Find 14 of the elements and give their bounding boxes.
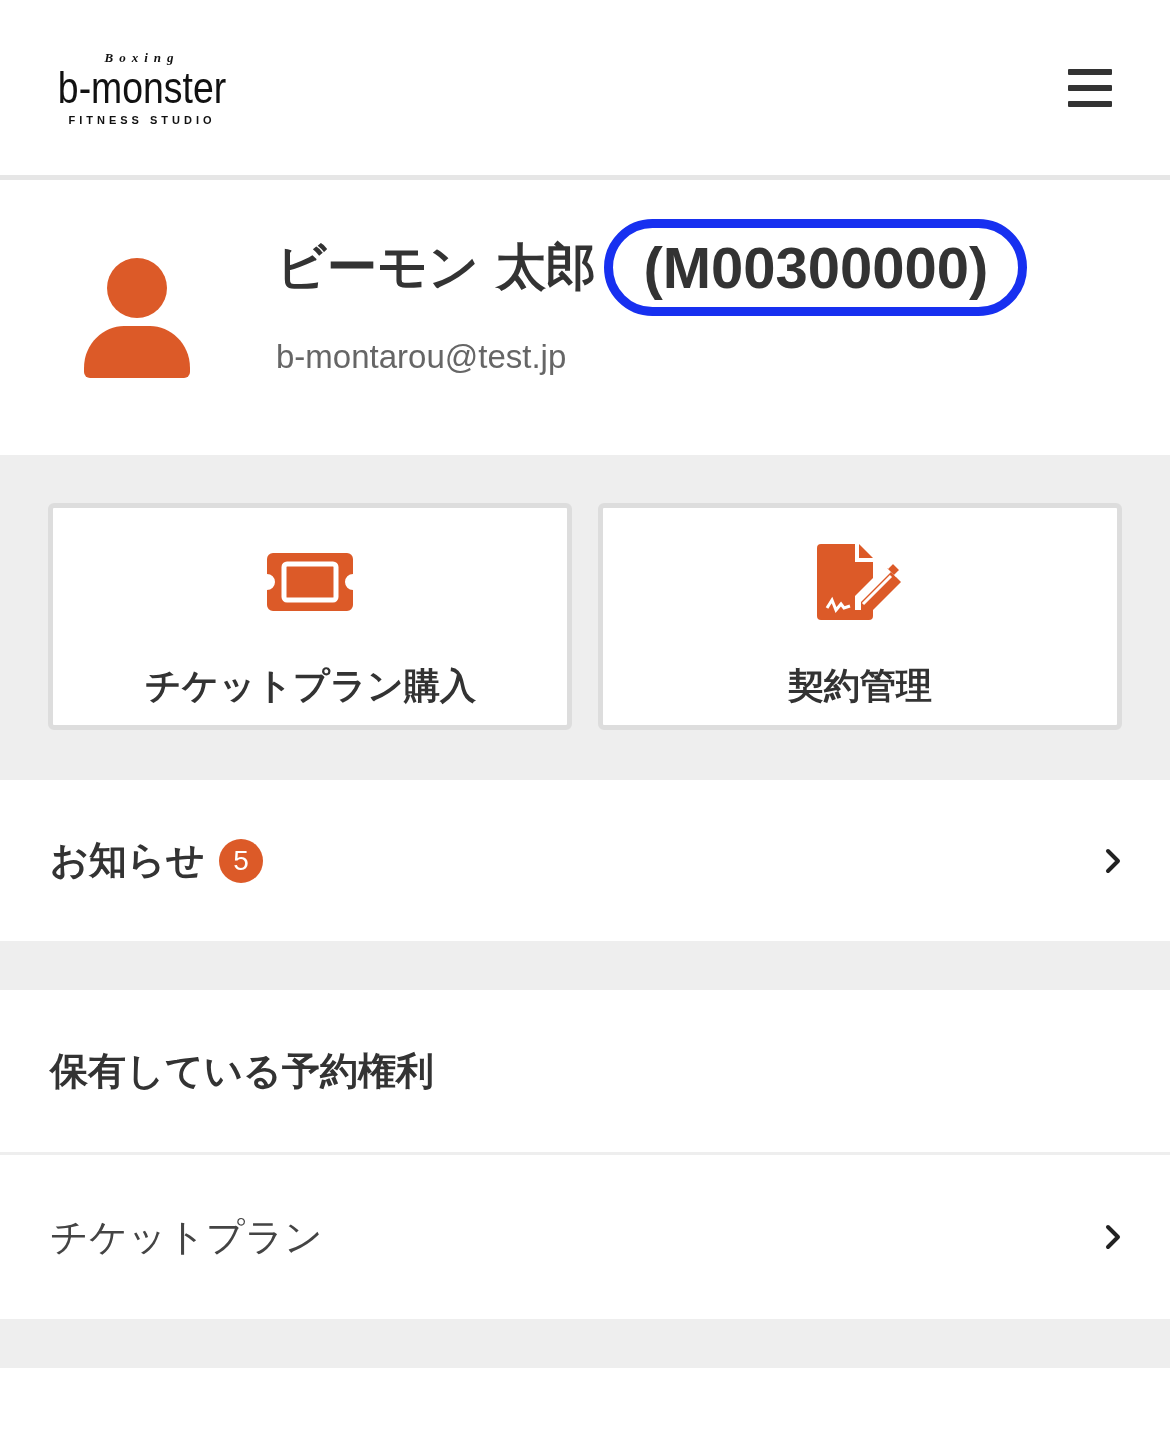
user-name: ビーモン 太郎 [276, 237, 597, 298]
notices-label: お知らせ [50, 837, 205, 884]
logo[interactable]: Boxing b-monster FITNESS STUDIO [46, 49, 238, 126]
signed-document-icon [817, 544, 903, 620]
avatar-icon [84, 257, 190, 378]
menu-icon[interactable] [1068, 68, 1112, 107]
count-badge: 5 [219, 838, 263, 883]
action-card[interactable]: チケットプラン購入 [48, 503, 572, 730]
chevron-right-icon [1104, 1224, 1122, 1250]
user-email: b-montarou@test.jp [276, 338, 568, 376]
chevron-right-icon [1104, 847, 1122, 874]
member-id: (M00300000) [604, 219, 1028, 316]
ticket-icon [267, 553, 353, 611]
action-card[interactable]: 契約管理 [598, 503, 1122, 730]
